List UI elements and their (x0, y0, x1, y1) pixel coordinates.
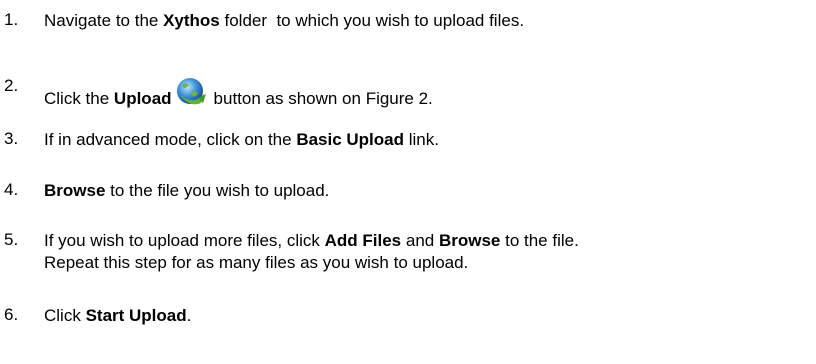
step-text: Browse to the file you wish to upload. (44, 181, 330, 200)
step-number: 2. (4, 76, 19, 95)
step-text: Click Start Upload. (44, 306, 192, 325)
step-number: 6. (4, 305, 19, 324)
step-number: 3. (4, 129, 19, 148)
upload-globe-icon (174, 76, 208, 110)
step-number: 5. (4, 230, 19, 249)
step-text: If in advanced mode, click on the Basic … (44, 130, 439, 149)
step-text: Navigate to the Xythos folder to which y… (44, 11, 525, 30)
step-number: 4. (4, 180, 19, 199)
step-text: Click the Upload button as shown on Figu… (44, 76, 433, 110)
step-text: If you wish to upload more files, click … (44, 231, 579, 272)
step-number: 1. (4, 10, 19, 29)
